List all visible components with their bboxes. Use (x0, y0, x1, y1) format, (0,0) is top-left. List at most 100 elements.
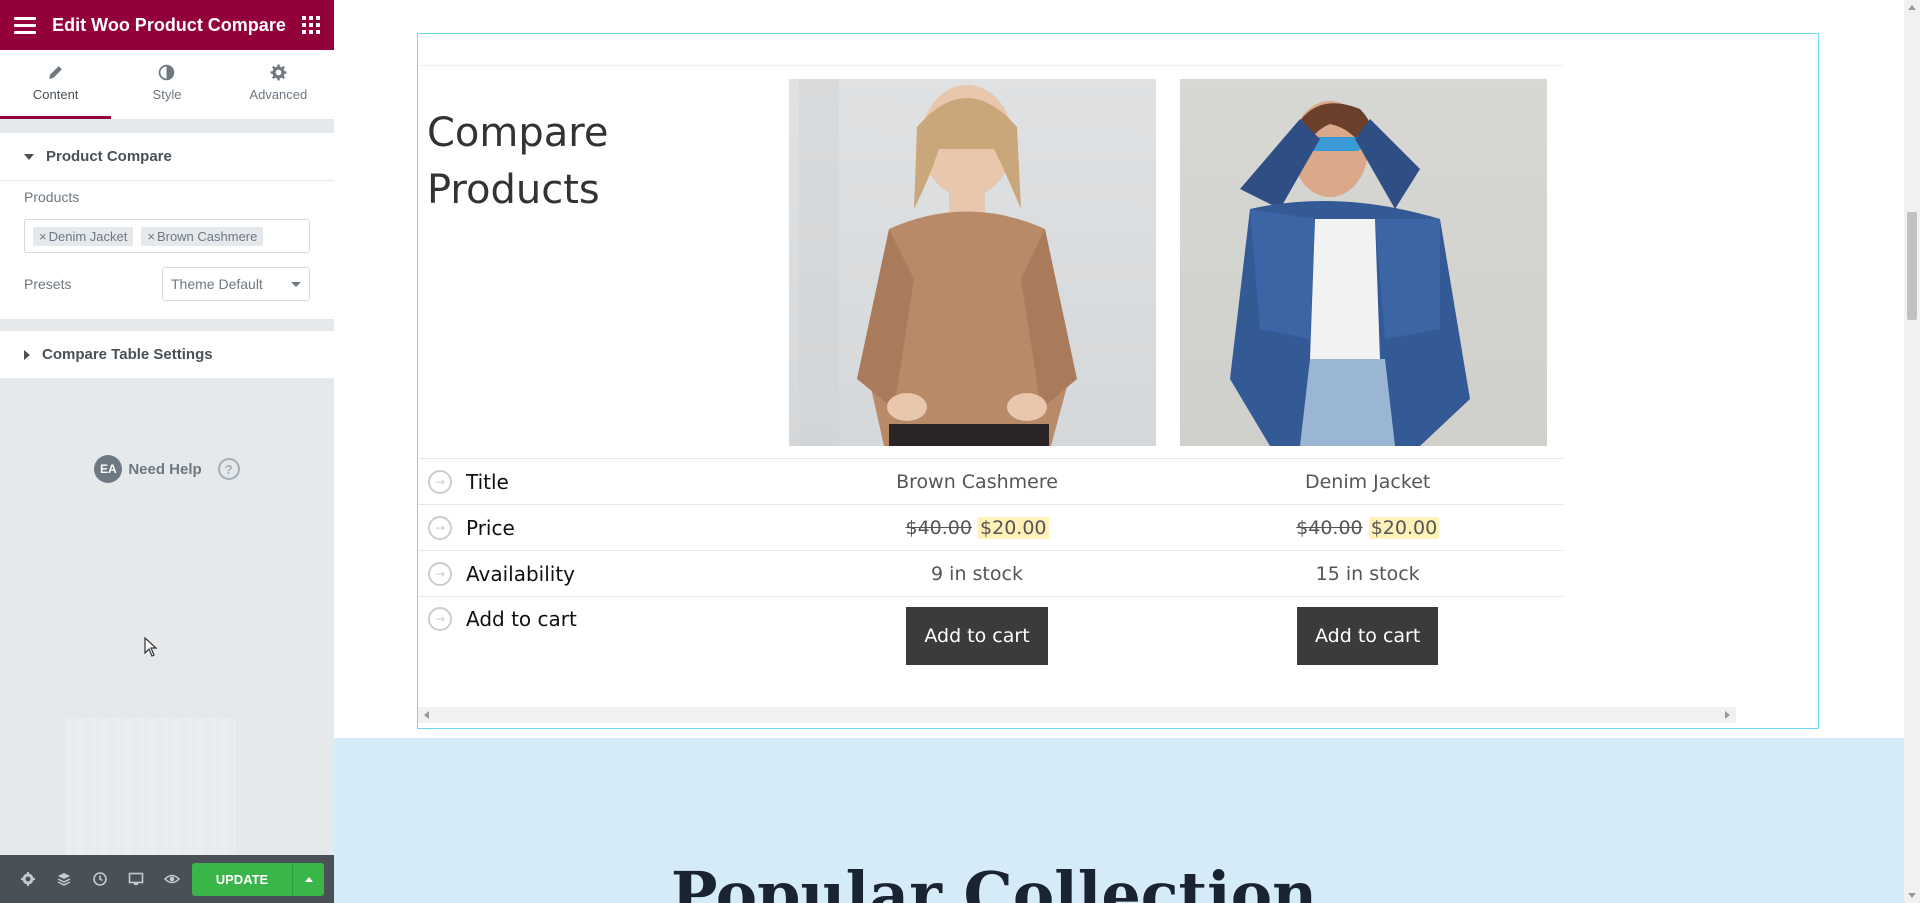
tab-style[interactable]: Style (111, 50, 222, 119)
scroll-left-icon[interactable] (424, 711, 429, 719)
arrow-circle-icon: → (428, 561, 452, 586)
section-compare-table-settings-label: Compare Table Settings (42, 346, 213, 363)
gear-icon (270, 64, 287, 81)
tab-style-label: Style (152, 87, 182, 102)
row-label-text: Add to cart (466, 607, 577, 631)
product-tag-label: Brown Cashmere (156, 228, 258, 244)
row-label-text: Price (466, 515, 515, 540)
row-label-text: Title (466, 469, 509, 494)
sale-price: $20.00 (1368, 516, 1440, 539)
section-product-compare-toggle[interactable]: Product Compare (0, 133, 334, 180)
history-button[interactable] (82, 855, 118, 903)
section-product-compare-body: Products × Denim Jacket × Brown Cashmere P… (0, 180, 334, 319)
product-tag: × Brown Cashmere (141, 226, 264, 246)
chevron-down-icon (291, 281, 301, 287)
caret-up-icon (304, 876, 313, 882)
scroll-right-icon[interactable] (1725, 711, 1730, 719)
need-help-link[interactable]: EA Need Help ? (0, 455, 334, 483)
section-product-compare-label: Product Compare (46, 148, 172, 165)
presets-row: Presets Theme Default (24, 267, 310, 301)
compare-heading-line: Products (427, 167, 600, 213)
product-image-denim-jacket (1180, 79, 1547, 446)
decorative-background (66, 718, 236, 858)
cell-product-2: Add to cart (1172, 607, 1563, 665)
scroll-up-icon[interactable] (1908, 5, 1916, 10)
remove-tag-icon[interactable]: × (39, 229, 47, 244)
compare-heading-line: Compare (427, 110, 609, 156)
cell-product-1: Brown Cashmere (896, 470, 1058, 493)
presets-label: Presets (24, 276, 72, 292)
need-help-label: Need Help (128, 460, 202, 478)
compare-row-price: → Price $40.00 $20.00 $40.00 $20.00 (418, 504, 1563, 550)
responsive-mode-button[interactable] (118, 855, 154, 903)
regular-price: $40.00 (1296, 516, 1363, 539)
remove-tag-icon[interactable]: × (147, 229, 155, 244)
cell-product-1: Add to cart (782, 607, 1173, 665)
product-photo (1230, 101, 1470, 446)
caret-right-icon (24, 349, 30, 360)
tab-advanced-label: Advanced (249, 87, 308, 102)
update-button[interactable]: UPDATE (192, 862, 292, 896)
cell-product-1: 9 in stock (931, 562, 1023, 585)
preview-button[interactable] (154, 855, 190, 903)
compare-row-title: → Title Brown Cashmere Denim Jacket (418, 458, 1563, 504)
pencil-icon (49, 66, 63, 79)
section-compare-table-settings-toggle[interactable]: Compare Table Settings (0, 331, 334, 378)
regular-price: $40.00 (905, 516, 972, 539)
add-to-cart-button[interactable]: Add to cart (1297, 607, 1439, 665)
table-top-divider (418, 65, 1563, 66)
add-to-cart-button[interactable]: Add to cart (906, 607, 1048, 665)
sale-price: $20.00 (978, 516, 1049, 539)
ea-logo-icon: EA (94, 455, 123, 483)
update-group: UPDATE (192, 862, 324, 896)
row-label: → Price (418, 515, 782, 540)
products-select[interactable]: × Denim Jacket × Brown Cashmere (24, 219, 310, 253)
presets-value: Theme Default (171, 276, 263, 292)
product-tag-label: Denim Jacket (48, 228, 128, 244)
history-icon (93, 872, 107, 886)
menu-icon[interactable] (14, 16, 36, 34)
row-label-text: Availability (466, 561, 576, 586)
tab-content[interactable]: Content (0, 50, 112, 119)
page-vertical-scrollbar[interactable] (1904, 0, 1920, 903)
preview-canvas: Compare Products → Title Brown Cashmere … (334, 0, 1904, 903)
arrow-circle-icon: → (428, 469, 452, 494)
product-image-brown-cashmere (789, 79, 1156, 446)
caret-down-icon (24, 153, 34, 160)
scroll-down-icon[interactable] (1908, 893, 1916, 898)
product-photo (799, 79, 1077, 446)
panel-title: Edit Woo Product Compare (52, 14, 286, 35)
cell-product-1: $40.00 $20.00 (782, 516, 1173, 539)
tab-content-label: Content (32, 87, 79, 102)
cell-product-2: $40.00 $20.00 (1172, 516, 1563, 539)
table-horizontal-scrollbar[interactable] (418, 707, 1736, 723)
arrow-circle-icon: → (428, 515, 452, 540)
tab-advanced[interactable]: Advanced (223, 50, 334, 119)
settings-button[interactable] (10, 855, 46, 903)
row-label: → Add to cart (418, 607, 782, 631)
products-label: Products (24, 189, 80, 205)
navigator-button[interactable] (46, 855, 82, 903)
eye-icon (164, 874, 180, 884)
cell-product-2: 15 in stock (1315, 562, 1420, 585)
contrast-icon (159, 64, 175, 81)
mouse-cursor-icon (144, 637, 158, 657)
panel-footer: UPDATE (0, 855, 334, 903)
panel-tabs: Content Style Advanced (0, 50, 334, 119)
panel-header: Edit Woo Product Compare (0, 0, 334, 50)
presets-select[interactable]: Theme Default (162, 267, 310, 301)
arrow-circle-icon: → (428, 607, 452, 631)
layers-icon (57, 873, 71, 886)
compare-row-availability: → Availability 9 in stock 15 in stock (418, 550, 1563, 596)
row-label: → Title (418, 469, 782, 494)
popular-collection-heading: Popular Collection (670, 858, 1318, 903)
compare-heading: Compare Products (427, 105, 667, 219)
editor-panel: Edit Woo Product Compare Content Style A… (0, 0, 334, 903)
cell-product-2: Denim Jacket (1304, 470, 1431, 493)
update-options-button[interactable] (292, 862, 324, 896)
scrollbar-thumb[interactable] (1907, 212, 1917, 320)
compare-row-add-to-cart: → Add to cart Add to cart Add to cart (418, 596, 1563, 672)
widgets-grid-icon[interactable] (302, 16, 320, 34)
product-tag: × Denim Jacket (33, 226, 134, 246)
question-icon: ? (217, 458, 240, 480)
